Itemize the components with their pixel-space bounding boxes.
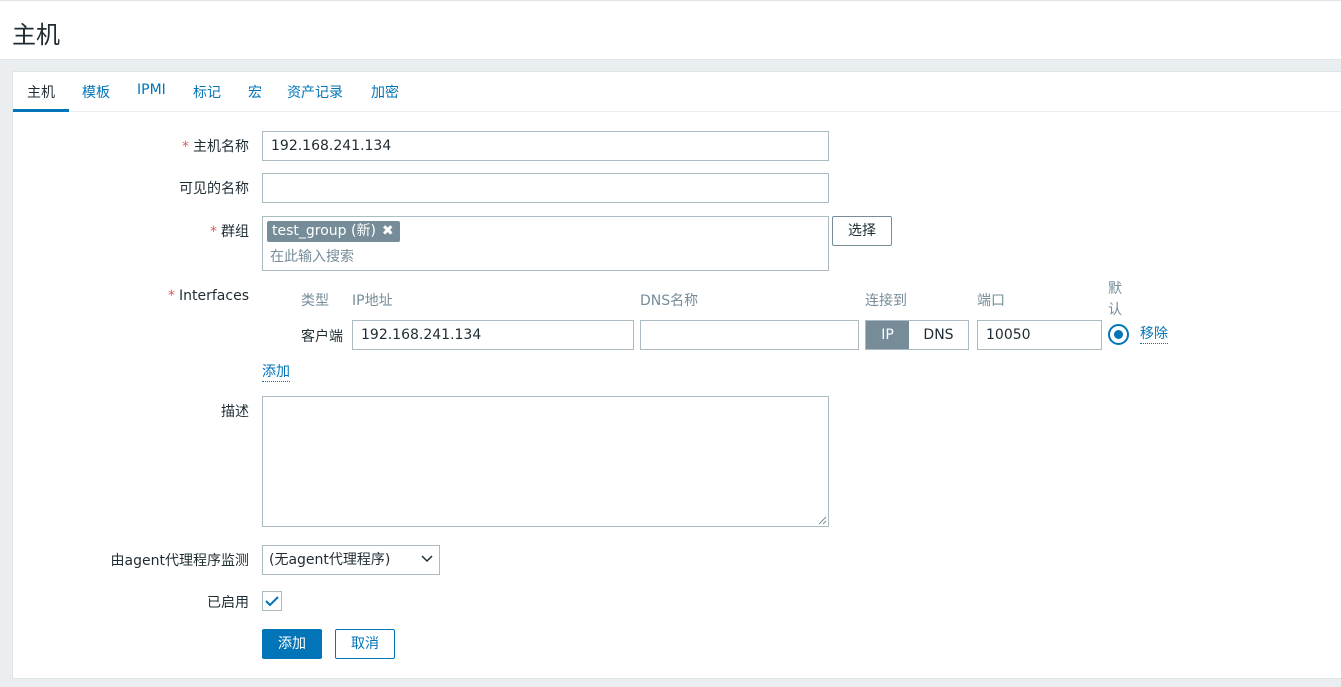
group-chip-label: test_group (新) (272, 223, 376, 239)
tab-inventory[interactable]: 资产记录 (287, 82, 343, 102)
connect-to-toggle: IP DNS (865, 320, 969, 350)
active-tab-indicator (13, 109, 69, 112)
interface-port-input[interactable] (977, 320, 1102, 350)
monitored-by-label: 由agent代理程序监测 (110, 553, 249, 569)
groups-search-input[interactable] (270, 247, 570, 267)
tab-templates[interactable]: 模板 (82, 82, 110, 102)
host-name-input[interactable] (262, 131, 829, 161)
groups-multiselect[interactable]: test_group (新) ✖ (262, 216, 829, 271)
interface-type-agent: 客户端 (301, 329, 343, 345)
page-title: 主机 (12, 21, 60, 49)
proxy-select-value: (无agent代理程序) (269, 552, 391, 568)
interface-ip-input[interactable] (352, 320, 634, 350)
col-default-1: 默 (1108, 281, 1122, 297)
col-default-2: 认 (1108, 302, 1122, 318)
host-form-panel: 主机 模板 IPMI 标记 宏 资产记录 加密 *主机名称 可见的名称 *群组 … (12, 71, 1341, 679)
col-port: 端口 (977, 293, 1005, 309)
required-marker: * (210, 224, 217, 240)
required-marker: * (168, 288, 176, 304)
add-interface-link[interactable]: 添加 (262, 363, 290, 382)
groups-label: * 群组 (210, 224, 249, 240)
select-groups-button[interactable]: 选择 (832, 216, 892, 246)
cancel-button[interactable]: 取消 (335, 629, 395, 659)
visible-name-input[interactable] (262, 173, 829, 203)
checkmark-icon (265, 596, 279, 607)
enabled-label: 已启用 (207, 595, 249, 611)
remove-chip-icon[interactable]: ✖ (382, 223, 394, 239)
col-ip: IP地址 (352, 293, 393, 309)
connect-dns-button[interactable]: DNS (909, 321, 968, 349)
tab-tags[interactable]: 标记 (193, 82, 221, 102)
tab-ipmi[interactable]: IPMI (137, 82, 166, 98)
proxy-select[interactable]: (无agent代理程序) (262, 545, 440, 575)
required-marker: * (182, 139, 189, 155)
host-name-label: * 主机名称 (182, 139, 249, 155)
visible-name-label: 可见的名称 (179, 181, 249, 197)
tab-macros[interactable]: 宏 (248, 82, 262, 102)
tab-host[interactable]: 主机 (27, 82, 55, 102)
tab-encryption[interactable]: 加密 (371, 82, 399, 102)
radio-selected-dot (1114, 330, 1123, 339)
col-dns: DNS名称 (640, 293, 699, 309)
col-type: 类型 (301, 293, 329, 309)
add-button[interactable]: 添加 (262, 629, 322, 659)
resize-grip-icon[interactable] (817, 515, 827, 525)
col-connect-to: 连接到 (865, 293, 907, 309)
description-label: 描述 (221, 404, 249, 420)
group-chip: test_group (新) ✖ (267, 221, 400, 242)
page-header: 主机 (0, 0, 1341, 60)
default-interface-radio[interactable] (1108, 324, 1129, 345)
connect-ip-button[interactable]: IP (866, 321, 909, 349)
chevron-down-icon (421, 555, 433, 563)
description-textarea[interactable] (262, 396, 829, 527)
enabled-checkbox[interactable] (262, 591, 282, 611)
interface-dns-input[interactable] (640, 320, 859, 350)
interfaces-label: * Interfaces (168, 288, 249, 304)
remove-interface-link[interactable]: 移除 (1140, 325, 1168, 344)
tab-bar: 主机 模板 IPMI 标记 宏 资产记录 加密 (13, 72, 1341, 112)
